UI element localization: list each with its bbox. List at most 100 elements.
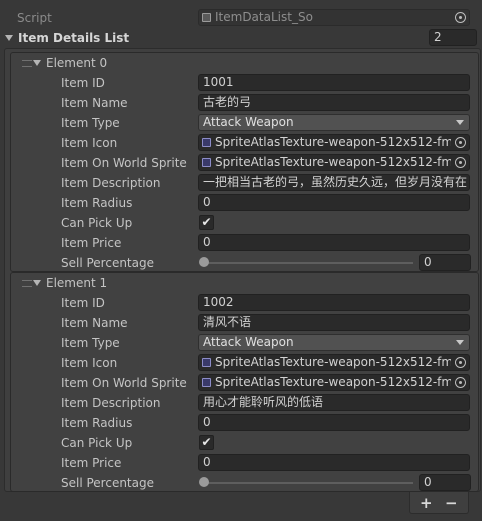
list-footer: + −	[409, 492, 469, 514]
script-file-icon	[202, 13, 211, 22]
description-input[interactable]: 一把相当古老的弓，虽然历史久远，但岁月没有在	[198, 174, 470, 191]
script-value: ItemDataList_So	[215, 10, 313, 24]
item-type-value: Attack Weapon	[203, 115, 294, 129]
item-type-value: Attack Weapon	[203, 335, 294, 349]
foldout-arrow-icon[interactable]	[33, 280, 41, 286]
can-pick-up-checkbox[interactable]: ✔	[199, 435, 214, 450]
description-label: Item Description	[61, 396, 161, 410]
script-field[interactable]: ItemDataList_So	[198, 9, 470, 26]
item-icon-value: SpriteAtlasTexture-weapon-512x512-fmt1	[215, 135, 451, 149]
item-icon-value: SpriteAtlasTexture-weapon-512x512-fmt1	[215, 355, 451, 369]
object-picker-icon[interactable]	[455, 377, 466, 388]
add-element-button[interactable]: +	[420, 494, 433, 512]
item-icon-label: Item Icon	[61, 136, 118, 150]
world-sprite-value: SpriteAtlasTexture-weapon-512x512-fmt1	[215, 155, 451, 169]
sprite-icon	[202, 378, 211, 387]
price-row: Item Price 0	[0, 453, 482, 473]
element-title: Element 1	[46, 276, 108, 290]
element-header[interactable]: Element 1	[0, 273, 482, 293]
item-id-label: Item ID	[61, 76, 105, 90]
item-name-label: Item Name	[61, 96, 128, 110]
drag-handle-icon[interactable]	[22, 280, 32, 287]
world-sprite-field[interactable]: SpriteAtlasTexture-weapon-512x512-fmt1	[198, 374, 470, 391]
sell-percentage-row: Sell Percentage 0	[0, 253, 482, 273]
script-row: Script ItemDataList_So	[0, 8, 482, 28]
item-name-row: Item Name 清风不语	[0, 313, 482, 333]
radius-input[interactable]: 0	[198, 194, 470, 211]
price-label: Item Price	[61, 236, 122, 250]
radius-label: Item Radius	[61, 196, 133, 210]
sell-percentage-input[interactable]: 0	[419, 474, 471, 491]
sell-percentage-slider[interactable]	[203, 482, 413, 484]
sell-percentage-row: Sell Percentage 0	[0, 473, 482, 493]
object-picker-icon[interactable]	[455, 12, 466, 23]
radius-label: Item Radius	[61, 416, 133, 430]
remove-element-button[interactable]: −	[445, 494, 458, 512]
item-name-row: Item Name 古老的弓	[0, 93, 482, 113]
price-input[interactable]: 0	[198, 454, 470, 471]
price-input[interactable]: 0	[198, 234, 470, 251]
can-pick-up-row: Can Pick Up ✔	[0, 213, 482, 233]
item-type-dropdown[interactable]: Attack Weapon	[198, 334, 470, 351]
item-id-input[interactable]: 1002	[198, 294, 470, 311]
description-row: Item Description 一把相当古老的弓，虽然历史久远，但岁月没有在	[0, 173, 482, 193]
foldout-arrow-icon[interactable]	[33, 60, 41, 66]
foldout-arrow-icon[interactable]	[5, 35, 13, 41]
can-pick-up-label: Can Pick Up	[61, 436, 133, 450]
description-input[interactable]: 用心才能聆听风的低语	[198, 394, 470, 411]
world-sprite-row: Item On World Sprite SpriteAtlasTexture-…	[0, 373, 482, 393]
item-icon-field[interactable]: SpriteAtlasTexture-weapon-512x512-fmt1	[198, 354, 470, 371]
element-header[interactable]: Element 0	[0, 53, 482, 73]
slider-handle[interactable]	[199, 257, 209, 267]
item-icon-label: Item Icon	[61, 356, 118, 370]
item-id-label: Item ID	[61, 296, 105, 310]
world-sprite-value: SpriteAtlasTexture-weapon-512x512-fmt1	[215, 375, 451, 389]
sell-percentage-input[interactable]: 0	[419, 254, 471, 271]
sprite-icon	[202, 158, 211, 167]
item-type-row: Item Type Attack Weapon	[0, 333, 482, 353]
dropdown-arrow-icon	[456, 340, 464, 345]
price-row: Item Price 0	[0, 233, 482, 253]
sell-percentage-label: Sell Percentage	[61, 256, 154, 270]
list-size-input[interactable]: 2	[429, 29, 477, 46]
dropdown-arrow-icon	[456, 120, 464, 125]
can-pick-up-row: Can Pick Up ✔	[0, 433, 482, 453]
list-title: Item Details List	[18, 31, 130, 45]
item-name-input[interactable]: 古老的弓	[198, 94, 470, 111]
radius-row: Item Radius 0	[0, 413, 482, 433]
list-header[interactable]: Item Details List 2	[0, 28, 482, 48]
item-type-label: Item Type	[61, 116, 120, 130]
can-pick-up-label: Can Pick Up	[61, 216, 133, 230]
item-id-row: Item ID 1001	[0, 73, 482, 93]
description-row: Item Description 用心才能聆听风的低语	[0, 393, 482, 413]
sprite-icon	[202, 358, 211, 367]
item-name-input[interactable]: 清风不语	[198, 314, 470, 331]
object-picker-icon[interactable]	[455, 357, 466, 368]
item-type-dropdown[interactable]: Attack Weapon	[198, 114, 470, 131]
world-sprite-label: Item On World Sprite	[61, 376, 187, 390]
can-pick-up-checkbox[interactable]: ✔	[199, 215, 214, 230]
item-icon-row: Item Icon SpriteAtlasTexture-weapon-512x…	[0, 133, 482, 153]
sell-percentage-slider[interactable]	[203, 262, 413, 264]
sell-percentage-label: Sell Percentage	[61, 476, 154, 490]
item-icon-row: Item Icon SpriteAtlasTexture-weapon-512x…	[0, 353, 482, 373]
world-sprite-label: Item On World Sprite	[61, 156, 187, 170]
element-title: Element 0	[46, 56, 108, 70]
world-sprite-field[interactable]: SpriteAtlasTexture-weapon-512x512-fmt1	[198, 154, 470, 171]
radius-input[interactable]: 0	[198, 414, 470, 431]
sprite-icon	[202, 138, 211, 147]
item-name-label: Item Name	[61, 316, 128, 330]
drag-handle-icon[interactable]	[22, 60, 32, 67]
object-picker-icon[interactable]	[455, 157, 466, 168]
item-type-label: Item Type	[61, 336, 120, 350]
world-sprite-row: Item On World Sprite SpriteAtlasTexture-…	[0, 153, 482, 173]
item-id-input[interactable]: 1001	[198, 74, 470, 91]
item-id-row: Item ID 1002	[0, 293, 482, 313]
script-label: Script	[17, 11, 52, 25]
object-picker-icon[interactable]	[455, 137, 466, 148]
description-label: Item Description	[61, 176, 161, 190]
item-icon-field[interactable]: SpriteAtlasTexture-weapon-512x512-fmt1	[198, 134, 470, 151]
item-type-row: Item Type Attack Weapon	[0, 113, 482, 133]
price-label: Item Price	[61, 456, 122, 470]
slider-handle[interactable]	[199, 477, 209, 487]
